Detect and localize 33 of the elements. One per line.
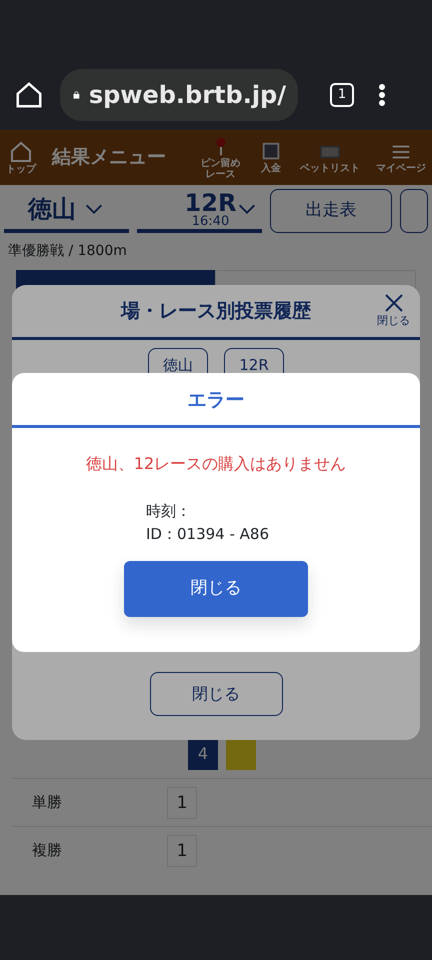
home-icon[interactable] (14, 80, 44, 110)
header-action[interactable]: ピン留めレース (199, 136, 242, 180)
combo-number-box (226, 738, 256, 770)
info-value: 01394 - A86 (176, 524, 269, 544)
modal-title: 場・レース別投票履歴 (121, 298, 311, 324)
table-cell: 1 (167, 786, 197, 818)
combo-number: 4 (188, 738, 218, 770)
nav-button[interactable] (400, 189, 428, 233)
close-button[interactable]: 閉じる (150, 672, 282, 716)
header-action[interactable]: マイページ (376, 141, 426, 174)
race-select[interactable]: 12R 16:40 (136, 189, 262, 233)
breadcrumb-text: 準優勝戦 / 1800m (7, 242, 128, 261)
race-time: 16:40 (192, 214, 230, 228)
entry-list-button[interactable]: 出走表 (270, 189, 392, 233)
error-message: 徳山、12レースの購入はありません (84, 453, 348, 475)
url-field[interactable]: spweb.brtb.jp/ (60, 69, 298, 121)
home-icon (8, 140, 34, 164)
table-cell-text: 単勝 (31, 792, 63, 814)
info-label: 時刻： (146, 501, 191, 522)
info-label: ID： (146, 524, 177, 544)
error-title: エラー (12, 373, 420, 428)
race-number: 12R (184, 190, 236, 214)
table-cell-text: 複勝 (31, 840, 63, 862)
home-button[interactable]: トップ (6, 140, 36, 175)
tab-count-button[interactable]: 1 (330, 83, 354, 107)
url-text: spweb.brtb.jp/ (88, 80, 286, 111)
venue-select[interactable]: 徳山 (4, 189, 129, 233)
page-title: 結果メニュー (52, 145, 166, 170)
table-cell: 1 (167, 834, 197, 866)
close-button[interactable]: 閉じる (377, 291, 410, 326)
header-action[interactable]: 入金 (258, 141, 284, 174)
header-action[interactable]: ベットリスト (300, 141, 360, 174)
close-button[interactable]: 閉じる (124, 561, 308, 617)
